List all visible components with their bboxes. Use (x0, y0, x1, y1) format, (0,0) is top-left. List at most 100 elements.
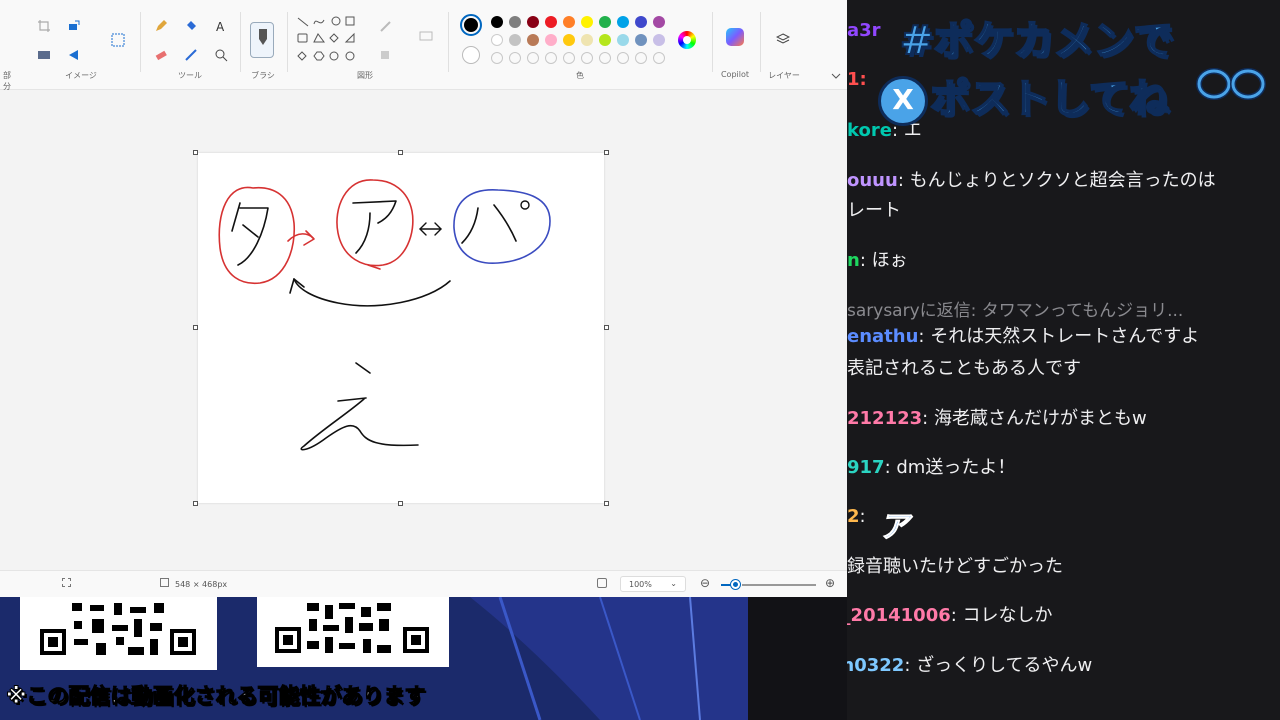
image-group-label: イメージ (65, 71, 97, 80)
color-swatch[interactable] (653, 16, 665, 28)
chat-message: 212123: 海老蔵さんだけがまともw (847, 404, 1280, 434)
custom-color-slot[interactable] (545, 52, 557, 64)
svg-text:A: A (216, 20, 225, 33)
copilot-icon[interactable] (726, 28, 744, 46)
color-swatch[interactable] (581, 34, 593, 46)
chat-username[interactable]: n (847, 250, 860, 271)
color-picker-icon[interactable] (183, 47, 199, 63)
selection-icon (62, 578, 71, 587)
resize-handle[interactable] (193, 325, 198, 330)
chat-username[interactable]: ouuu (847, 170, 898, 191)
color-swatch[interactable] (635, 34, 647, 46)
shapes-gallery[interactable] (296, 14, 360, 68)
color-swatch[interactable] (617, 16, 629, 28)
rotate-icon[interactable] (66, 47, 82, 63)
resize-handle[interactable] (604, 501, 609, 506)
chat-message: 録音聴いたけどすごかった (847, 552, 1280, 582)
custom-color-slot[interactable] (491, 52, 503, 64)
chat-username[interactable]: enathu (847, 326, 918, 347)
chat-username[interactable]: 2 (847, 506, 860, 527)
color-swatch[interactable] (599, 16, 611, 28)
chat-message-text: : 海老蔵さんだけがまともw (922, 408, 1147, 429)
chat-username[interactable]: kuhuki_20141006 (847, 605, 951, 626)
custom-color-slot[interactable] (527, 52, 539, 64)
zoom-select[interactable]: 100% ⌄ (620, 576, 686, 592)
hashtag-banner-line1: #ポケカメンで (899, 17, 1175, 65)
resize-handle[interactable] (604, 325, 609, 330)
chat-message: 2: (847, 502, 1280, 532)
emote-a: ア (879, 510, 910, 546)
color-swatch[interactable] (527, 34, 539, 46)
zoom-track[interactable] (742, 584, 816, 586)
chat-username[interactable]: kore (847, 120, 892, 141)
color-swatch[interactable] (509, 16, 521, 28)
x-logo-icon: X (878, 76, 928, 126)
resize-handle[interactable] (604, 150, 609, 155)
select-icon[interactable] (110, 32, 126, 48)
chat-username[interactable]: 1: (847, 69, 867, 90)
magnifier-icon[interactable] (213, 47, 229, 63)
zoom-out-icon[interactable]: ⊖ (700, 576, 710, 590)
custom-color-slot[interactable] (563, 52, 575, 64)
chevron-down-icon[interactable] (828, 68, 844, 84)
custom-color-slot[interactable] (653, 52, 665, 64)
custom-color-slot[interactable] (581, 52, 593, 64)
color-wheel-icon[interactable] (678, 31, 696, 49)
crop-icon[interactable] (36, 18, 52, 34)
pencil-icon[interactable] (153, 18, 169, 34)
chat-message-text: : dm送ったよ！ (884, 457, 1016, 478)
color-swatch[interactable] (563, 16, 575, 28)
custom-color-slot[interactable] (599, 52, 611, 64)
fill-style-icon[interactable] (378, 47, 394, 63)
chat-username[interactable]: 212123 (847, 408, 922, 429)
zoom-in-icon[interactable]: ⊕ (825, 576, 835, 590)
color-swatch[interactable] (491, 16, 503, 28)
screen: 部分 イメージ A ツール ブラシ 図形 色 Copilot レイヤー 548 … (0, 0, 1280, 720)
eraser-icon[interactable] (153, 47, 169, 63)
resize-handle[interactable] (193, 501, 198, 506)
image-icon[interactable] (36, 47, 52, 63)
layer-stack-icon[interactable] (418, 28, 434, 44)
divider (760, 12, 761, 72)
color-swatch[interactable] (653, 34, 665, 46)
color-swatch[interactable] (563, 34, 575, 46)
custom-color-slot[interactable] (509, 52, 521, 64)
layers-group-label: レイヤー (768, 71, 800, 80)
zoom-value: 100% (629, 580, 652, 589)
fit-to-window-icon[interactable] (597, 578, 607, 588)
text-icon[interactable]: A (213, 18, 229, 34)
secondary-color[interactable] (462, 46, 480, 64)
color-swatch[interactable] (545, 16, 557, 28)
fill-icon[interactable] (183, 18, 199, 34)
color-swatch[interactable] (599, 34, 611, 46)
copilot-group-label: Copilot (720, 70, 750, 79)
color-swatch[interactable] (527, 16, 539, 28)
chat-message-text: 表記されることもある人です (847, 358, 1081, 379)
qr-code[interactable] (20, 597, 217, 670)
paint-window: 部分 イメージ A ツール ブラシ 図形 色 Copilot レイヤー 548 … (0, 0, 847, 597)
chat-username[interactable]: izumin0322 (847, 655, 904, 676)
custom-color-slot[interactable] (617, 52, 629, 64)
color-swatch[interactable] (581, 16, 593, 28)
resize-handle[interactable] (398, 501, 403, 506)
color-swatch[interactable] (509, 34, 521, 46)
drawing-canvas[interactable] (198, 153, 604, 503)
chat-username[interactable]: 917 (847, 457, 885, 478)
qr-code[interactable] (257, 597, 449, 667)
resize-icon[interactable] (66, 18, 82, 34)
outline-icon[interactable] (378, 18, 394, 34)
chat-message: 表記されることもある人です (847, 354, 1280, 384)
color-swatch[interactable] (635, 16, 647, 28)
chat-message-text: : もんじょりとソクソと超会言ったのは (897, 170, 1216, 191)
primary-color[interactable] (460, 14, 482, 36)
custom-color-slot[interactable] (635, 52, 647, 64)
resize-handle[interactable] (193, 150, 198, 155)
color-swatch[interactable] (545, 34, 557, 46)
chat-username[interactable]: a3r (847, 20, 881, 41)
color-swatch[interactable] (491, 34, 503, 46)
resize-handle[interactable] (398, 150, 403, 155)
layers-icon[interactable] (775, 31, 791, 47)
brush-button[interactable] (250, 22, 274, 58)
zoom-slider-thumb[interactable] (731, 580, 740, 589)
color-swatch[interactable] (617, 34, 629, 46)
